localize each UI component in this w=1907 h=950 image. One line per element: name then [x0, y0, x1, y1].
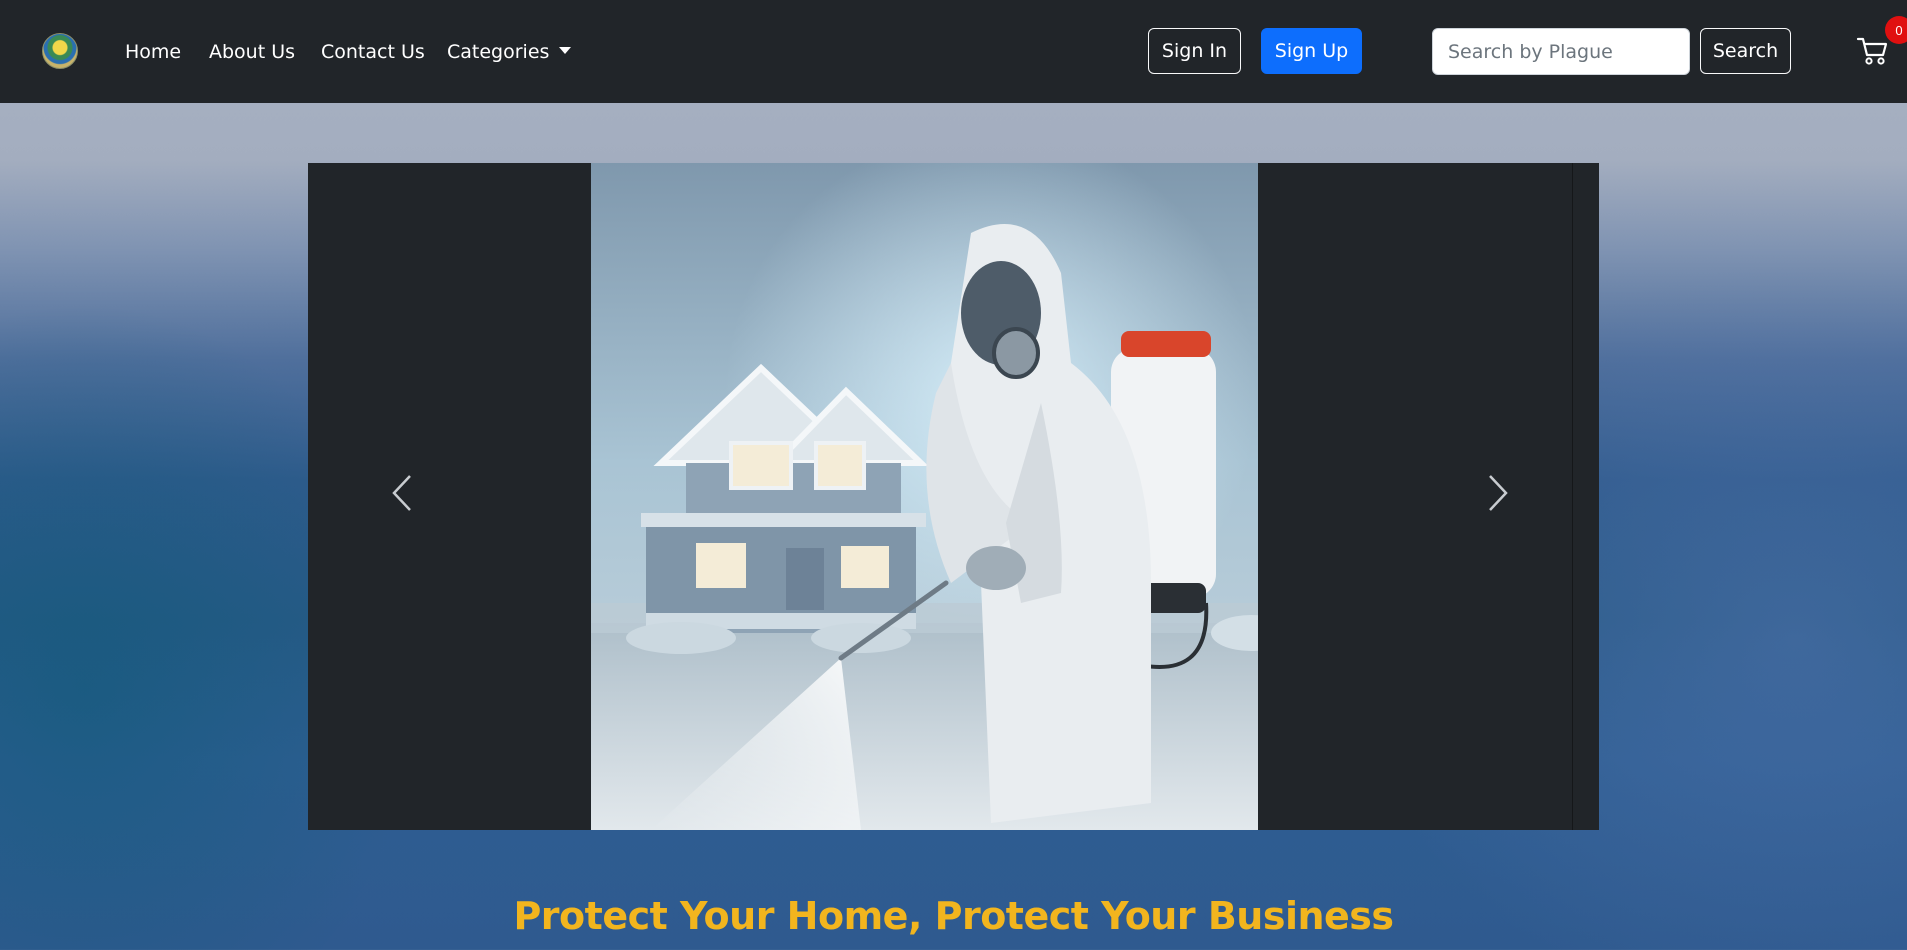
search-button[interactable]: Search — [1700, 28, 1791, 74]
carousel-slide-image — [591, 163, 1258, 830]
carousel-next-control[interactable] — [1468, 463, 1528, 523]
search-input[interactable] — [1432, 28, 1690, 75]
nav-dropdown-label: Categories — [447, 41, 550, 63]
nav-link-home[interactable]: Home — [125, 38, 181, 66]
shopping-cart-icon[interactable] — [1856, 33, 1890, 67]
top-navbar: Home About Us Contact Us Categories Sign… — [0, 0, 1907, 103]
hero-carousel — [308, 163, 1599, 830]
carousel-prev-control[interactable] — [372, 463, 432, 523]
chevron-right-icon — [1489, 475, 1508, 511]
cart-count-badge: 0 — [1885, 16, 1907, 44]
nav-dropdown-categories[interactable]: Categories — [447, 38, 572, 66]
nav-link-contact-us[interactable]: Contact Us — [321, 38, 425, 66]
carousel-divider — [1572, 163, 1573, 830]
site-logo[interactable] — [42, 33, 78, 69]
nav-link-about-us[interactable]: About Us — [209, 38, 295, 66]
chevron-left-icon — [392, 475, 411, 511]
sign-in-button[interactable]: Sign In — [1148, 28, 1241, 74]
caret-down-icon — [559, 47, 572, 54]
sign-up-button[interactable]: Sign Up — [1261, 28, 1362, 74]
hero-headline: Protect Your Home, Protect Your Business — [513, 894, 1394, 938]
